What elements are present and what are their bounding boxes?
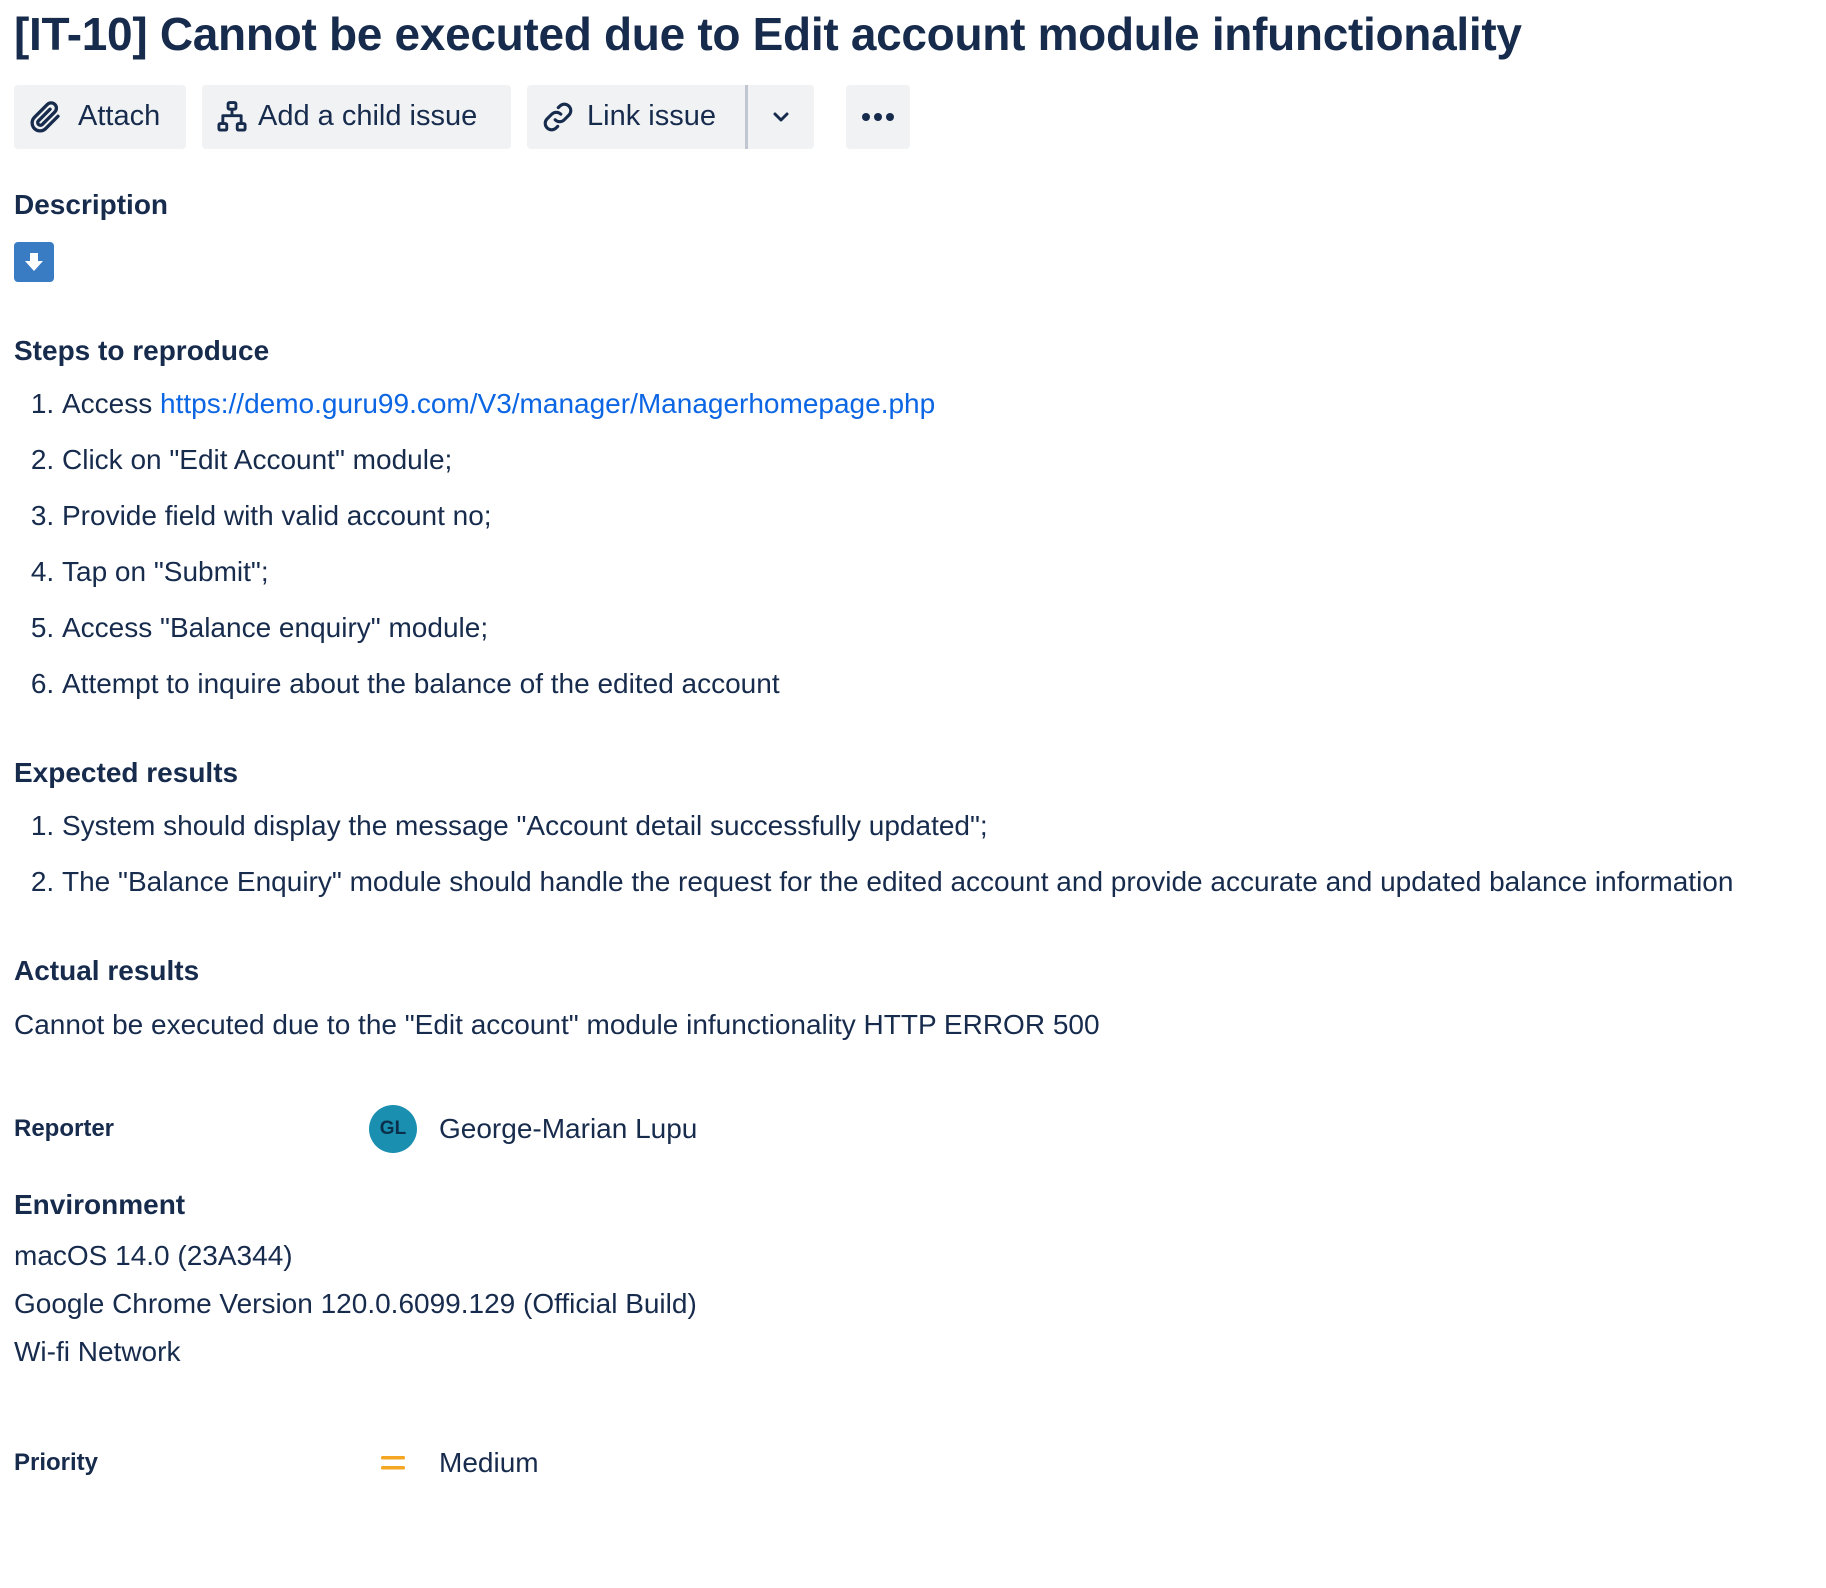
reporter-field: Reporter GL George-Marian Lupu: [14, 1104, 1814, 1154]
expected-results-heading: Expected results: [14, 757, 239, 788]
reporter-label: Reporter: [14, 1115, 115, 1142]
list-item: System should display the message "Accou…: [62, 798, 1814, 854]
step-text: Tap on "Submit";: [62, 556, 269, 587]
down-arrow-icon: [14, 242, 54, 282]
priority-label: Priority: [14, 1449, 99, 1476]
reporter-name[interactable]: George-Marian Lupu: [439, 1113, 697, 1145]
steps-heading: Steps to reproduce: [14, 335, 270, 366]
paperclip-icon: [28, 99, 64, 135]
step-text: Access: [62, 388, 161, 419]
environment-line: Google Chrome Version 120.0.6099.129 (Of…: [14, 1288, 697, 1319]
attach-label: Attach: [78, 100, 161, 132]
expected-text: System should display the message "Accou…: [62, 810, 988, 841]
list-item: Tap on "Submit";: [62, 544, 1814, 600]
list-item: The "Balance Enquiry" module should hand…: [62, 854, 1814, 910]
steps-list: Access https://demo.guru99.com/V3/manage…: [14, 376, 1814, 712]
description-heading: Description: [14, 189, 169, 220]
issue-page: [IT-10] Cannot be executed due to Edit a…: [14, 0, 1814, 1488]
list-item: Access "Balance enquiry" module;: [62, 600, 1814, 656]
priority-field: Priority Medium: [14, 1438, 1814, 1488]
add-child-issue-label: Add a child issue: [258, 100, 478, 132]
actual-results-text: Cannot be executed due to the "Edit acco…: [14, 1009, 1100, 1040]
list-item: Provide field with valid account no;: [62, 488, 1814, 544]
link-icon: [541, 100, 575, 134]
step-text: Provide field with valid account no;: [62, 500, 492, 531]
more-icon: [861, 112, 895, 122]
list-item: Click on "Edit Account" module;: [62, 432, 1814, 488]
step-link[interactable]: https://demo.guru99.com/V3/manager/Manag…: [160, 388, 935, 419]
priority-medium-icon: [369, 1453, 417, 1473]
link-issue-label: Link issue: [587, 100, 716, 132]
environment-value: macOS 14.0 (23A344) Google Chrome Versio…: [14, 1232, 1814, 1376]
list-item: Attempt to inquire about the balance of …: [62, 656, 1814, 712]
expected-text: The "Balance Enquiry" module should hand…: [62, 866, 1734, 897]
link-issue-dropdown-button[interactable]: [748, 85, 814, 149]
step-text: Attempt to inquire about the balance of …: [62, 668, 780, 699]
environment-line: Wi-fi Network: [14, 1336, 181, 1367]
more-actions-button[interactable]: [846, 84, 910, 149]
chevron-down-icon: [772, 111, 790, 123]
step-text: Click on "Edit Account" module;: [62, 444, 453, 475]
environment-heading: Environment: [14, 1189, 186, 1220]
attach-button[interactable]: Attach: [14, 84, 186, 149]
issue-title[interactable]: [IT-10] Cannot be executed due to Edit a…: [14, 0, 1814, 62]
hierarchy-icon: [216, 100, 248, 134]
add-child-issue-button[interactable]: Add a child issue: [202, 84, 511, 149]
actual-results-heading: Actual results: [14, 955, 200, 986]
avatar[interactable]: GL: [369, 1105, 417, 1153]
step-text: Access "Balance enquiry" module;: [62, 612, 489, 643]
expected-results-list: System should display the message "Accou…: [14, 798, 1814, 910]
priority-value[interactable]: Medium: [439, 1447, 539, 1479]
environment-line: macOS 14.0 (23A344): [14, 1240, 293, 1271]
list-item: Access https://demo.guru99.com/V3/manage…: [62, 376, 1814, 432]
issue-toolbar: Attach Add a child issue Link issue: [14, 84, 1814, 149]
link-issue-button[interactable]: Link issue: [527, 85, 745, 149]
link-issue-group: Link issue: [527, 84, 814, 149]
